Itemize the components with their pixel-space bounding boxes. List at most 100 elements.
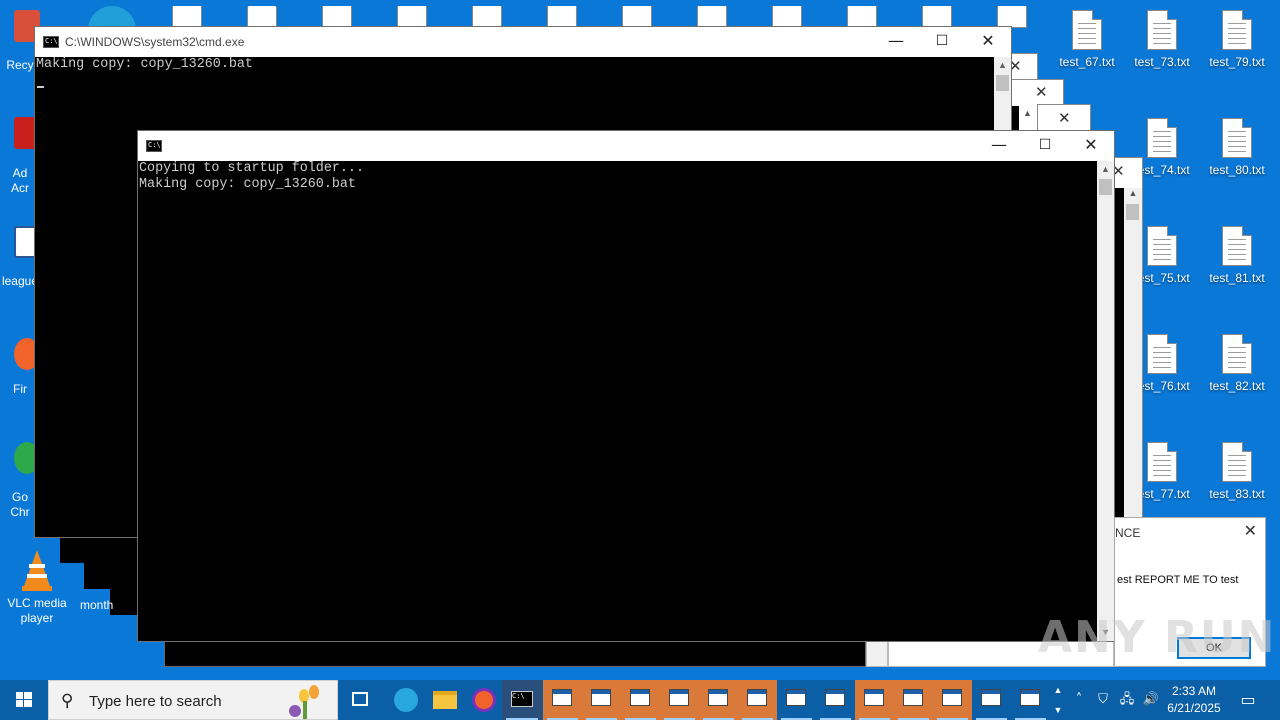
scrollbar[interactable] [866,640,888,667]
taskbar-scroll[interactable]: ▲ ▼ [1050,680,1066,720]
taskbar-window[interactable] [582,680,621,720]
window-icon [1020,689,1040,706]
file-icon[interactable] [172,6,202,28]
cmd-window-stacked[interactable] [60,537,138,563]
window-icon [981,689,1001,706]
desktop-file-label: test_81.txt [1209,271,1265,285]
taskbar-edge[interactable] [386,680,424,720]
cmd-window-stacked[interactable] [110,589,138,615]
clock[interactable]: 2:33 AM 6/21/2025 [1160,683,1228,717]
watermark: ANY RUN [1038,612,1277,663]
minimize-button[interactable]: — [976,131,1022,161]
file-icon[interactable] [397,6,427,28]
window-icon [747,689,767,706]
desktop-file-test-82[interactable]: test_82.txt [1197,334,1277,394]
file-icon[interactable] [847,6,877,28]
taskbar-window[interactable] [660,680,699,720]
file-icon[interactable] [772,6,802,28]
window-icon [903,689,923,706]
edge-icon [394,688,418,712]
desktop-file-label: test_67.txt [1059,55,1115,69]
text-file-icon [1072,10,1102,50]
desktop-file-test-67[interactable]: test_67.txt [1047,10,1127,70]
text-file-icon [1147,10,1177,50]
file-icon[interactable] [697,6,727,28]
window-icon [786,689,806,706]
taskbar-window[interactable] [855,680,894,720]
cmd-window-front[interactable]: C:\ — ☐ ✕ Copying to startup folder... M… [137,130,1115,642]
taskbar-window[interactable] [1011,680,1050,720]
chevron-down-icon[interactable]: ▼ [1050,700,1066,720]
desktop-file-label: test_82.txt [1209,379,1265,393]
window-icon [708,689,728,706]
scroll-thumb[interactable] [1099,179,1112,195]
volume-icon[interactable]: 🔊 [1140,680,1162,720]
taskbar-window[interactable] [543,680,582,720]
maximize-button[interactable]: ☐ [919,27,965,57]
desktop-file-label: test_83.txt [1209,487,1265,501]
close-icon[interactable]: ✕ [1244,521,1257,540]
title-bar[interactable]: C:\ C:\WINDOWS\system32\cmd.exe — ☐ ✕ [35,27,1011,57]
security-icon[interactable]: ⛉ [1092,680,1114,720]
scroll-up-icon[interactable]: ▲ [1023,108,1032,118]
search-box[interactable]: ⚲ Type here to search [48,680,338,720]
dialog-title: NCE [1115,526,1141,540]
file-icon[interactable] [547,6,577,28]
window-title: C:\WINDOWS\system32\cmd.exe [65,35,245,49]
minimize-button[interactable]: — [873,27,919,57]
close-icon[interactable]: ✕ [1058,109,1071,127]
network-icon[interactable]: 🖧 [1116,680,1138,720]
scrollbar[interactable]: ▲ ▼ [1097,161,1114,641]
file-icon[interactable] [472,6,502,28]
desktop-file-test-80[interactable]: test_80.txt [1197,118,1277,178]
file-icon[interactable] [622,6,652,28]
scroll-up-icon[interactable]: ▲ [1124,188,1142,198]
desktop-file-test-79[interactable]: test_79.txt [1197,10,1277,70]
taskbar-cmd[interactable]: C:\ [502,680,542,720]
desktop-file-label: test_73.txt [1134,55,1190,69]
taskbar-window[interactable] [972,680,1011,720]
dialog-message: est REPORT ME TO test [1117,574,1239,586]
taskbar-window[interactable] [777,680,816,720]
notification-icon[interactable]: ▭ [1234,680,1262,720]
chevron-up-icon[interactable]: ▲ [1050,680,1066,700]
desktop-file-test-83[interactable]: test_83.txt [1197,442,1277,502]
task-view-button[interactable] [342,680,380,720]
taskbar-window[interactable] [894,680,933,720]
text-file-icon [1222,334,1252,374]
taskbar-window[interactable] [621,680,660,720]
start-button[interactable] [0,680,48,720]
scroll-up-icon[interactable]: ▲ [1097,161,1114,178]
close-button[interactable]: ✕ [965,27,1011,57]
taskbar-window[interactable] [699,680,738,720]
task-view-icon [352,692,368,706]
text-file-icon [1147,334,1177,374]
taskbar-file-explorer[interactable] [425,680,463,720]
window-icon [669,689,689,706]
close-button[interactable]: ✕ [1068,131,1114,161]
desktop-file-test-81[interactable]: test_81.txt [1197,226,1277,286]
scroll-up-icon[interactable]: ▲ [994,57,1011,74]
file-icon[interactable] [247,6,277,28]
firefox-icon [472,688,496,712]
window-icon [864,689,884,706]
desktop-file-test-73[interactable]: test_73.txt [1122,10,1202,70]
taskbar-window[interactable] [816,680,855,720]
desktop-icon-label: month [80,598,114,612]
taskbar-firefox[interactable] [464,680,502,720]
cmd-window-stacked[interactable] [84,563,138,589]
taskbar-window[interactable] [738,680,777,720]
title-bar[interactable]: C:\ — ☐ ✕ [138,131,1114,161]
window-icon [825,689,845,706]
chevron-up-icon[interactable]: ˄ [1068,680,1090,720]
cmd-window-stacked[interactable] [164,640,866,667]
file-icon[interactable] [322,6,352,28]
close-icon[interactable]: ✕ [1035,83,1048,101]
scroll-thumb[interactable] [996,75,1009,91]
maximize-button[interactable]: ☐ [1022,131,1068,161]
file-icon[interactable] [997,6,1027,28]
text-file-icon [1147,442,1177,482]
file-icon[interactable] [922,6,952,28]
cursor [37,86,44,88]
taskbar-window[interactable] [933,680,972,720]
